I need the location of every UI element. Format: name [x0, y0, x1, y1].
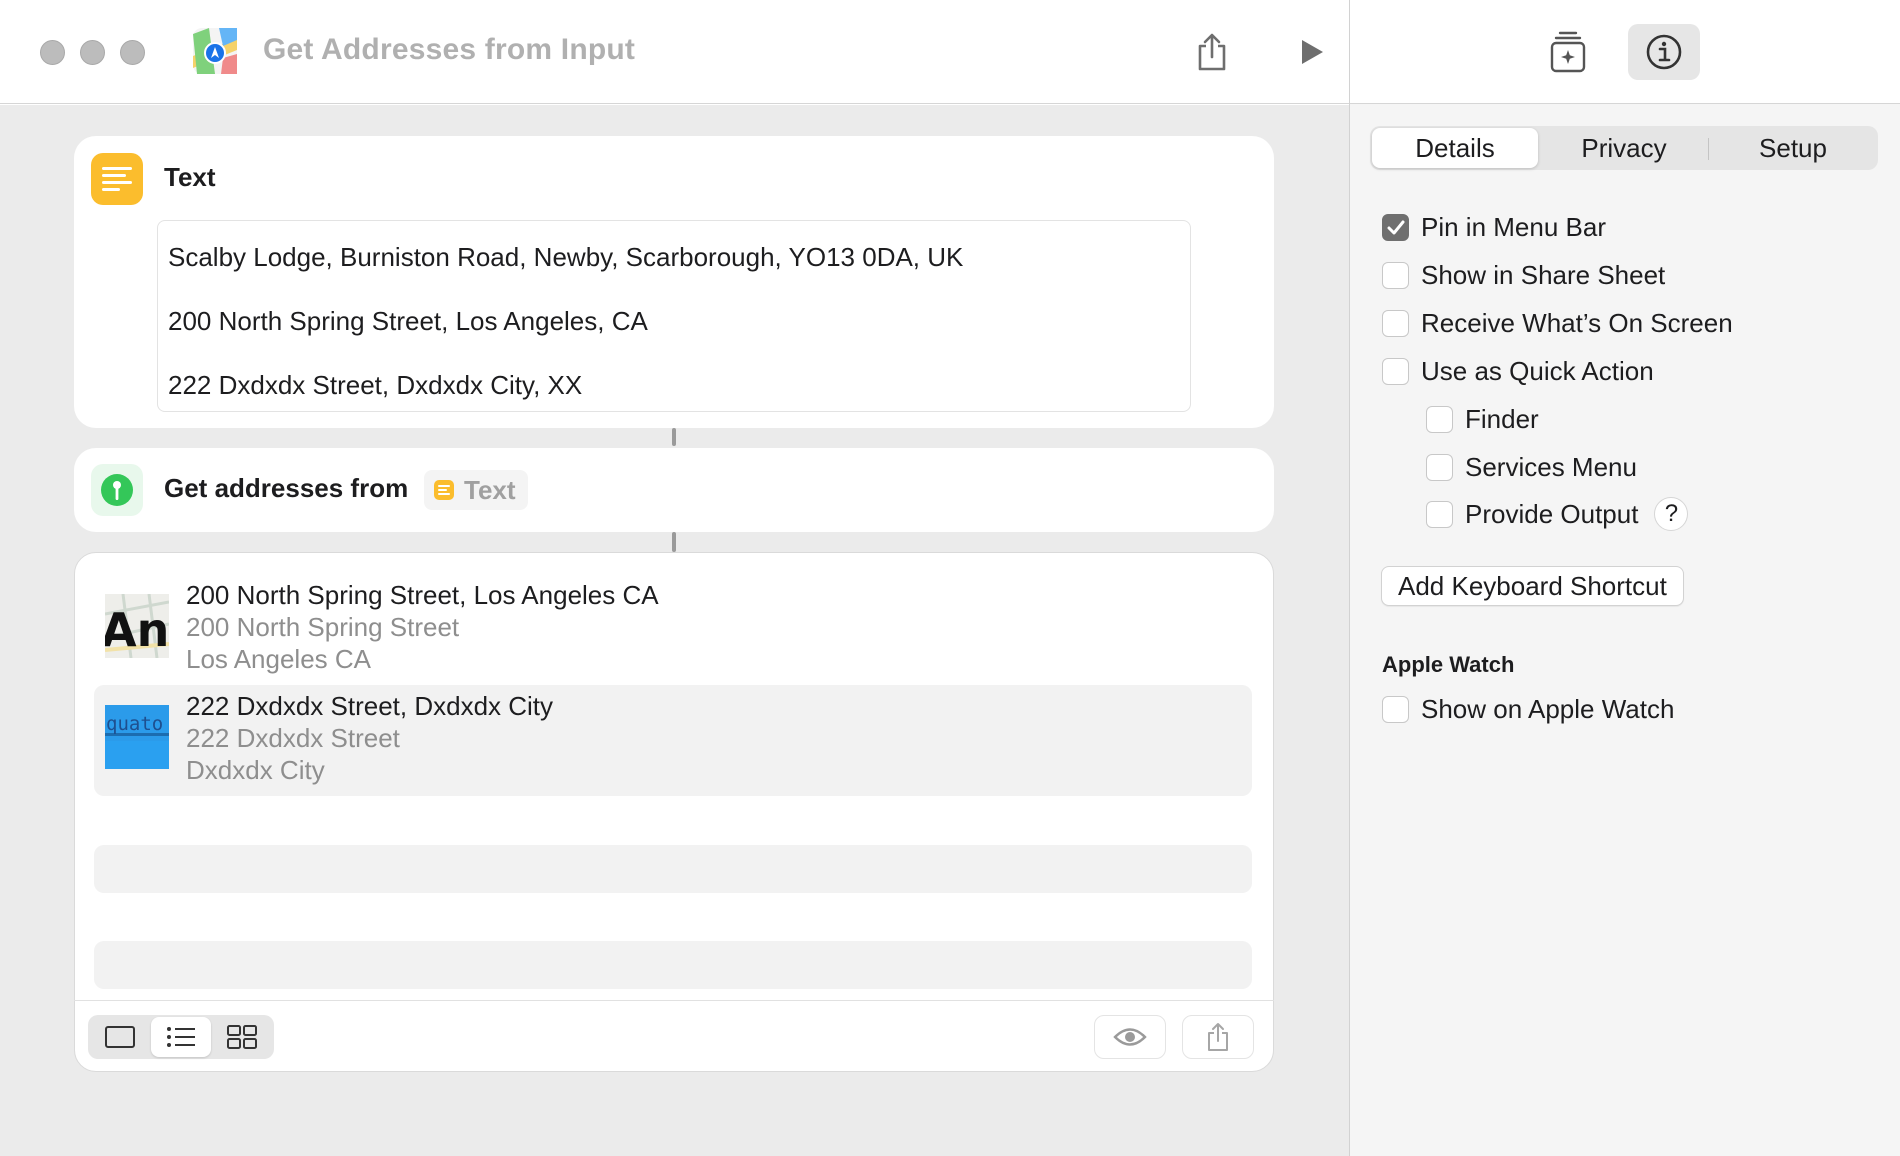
results-footer — [74, 1000, 1274, 1072]
services-menu-option[interactable]: Services Menu — [1426, 452, 1637, 483]
finder-checkbox[interactable] — [1426, 406, 1453, 433]
map-pin-icon — [101, 474, 133, 506]
tab-privacy[interactable]: Privacy — [1540, 128, 1708, 168]
pin-in-menu-bar-option[interactable]: Pin in Menu Bar — [1382, 212, 1606, 243]
apple-watch-heading: Apple Watch — [1382, 652, 1515, 677]
title-bar: Get Addresses from Input — [0, 0, 1349, 104]
finder-option[interactable]: Finder — [1426, 404, 1539, 435]
result-title: 222 Dxdxdx Street, Dxdxdx City — [186, 691, 554, 721]
option-label: Use as Quick Action — [1421, 356, 1654, 386]
option-label: Pin in Menu Bar — [1421, 212, 1606, 242]
maps-action-icon — [91, 464, 143, 516]
get-addresses-action-card[interactable]: Get addresses from — [74, 448, 1274, 532]
pin-in-menu-bar-checkbox[interactable] — [1382, 214, 1409, 241]
tab-details[interactable]: Details — [1372, 128, 1538, 168]
option-label: Services Menu — [1465, 452, 1637, 482]
text-action-icon — [91, 153, 143, 205]
text-variable-icon — [434, 480, 454, 500]
checkmark-icon — [1387, 220, 1404, 234]
tab-setup[interactable]: Setup — [1710, 128, 1876, 168]
result-street: 200 North Spring Street — [186, 612, 460, 642]
help-button[interactable]: ? — [1654, 497, 1689, 531]
eye-icon — [1113, 1028, 1147, 1046]
inspector-tabs: Details Privacy Setup — [1370, 126, 1878, 170]
get-addresses-action-title: Get addresses from — [164, 473, 409, 503]
list-icon — [167, 1027, 195, 1047]
show-on-apple-watch-checkbox[interactable] — [1382, 696, 1409, 723]
option-label: Show in Share Sheet — [1421, 260, 1666, 290]
text-lines-icon — [102, 167, 132, 191]
minimize-window-button[interactable] — [80, 40, 105, 65]
option-label: Finder — [1465, 404, 1539, 434]
grid-view-button[interactable] — [212, 1017, 272, 1057]
address-result-row[interactable]: Ang 200 North Spring Street, Los Angeles… — [94, 574, 1252, 685]
address-result-row[interactable]: quato 222 Dxdxdx Street, Dxdxdx City 222… — [94, 685, 1252, 796]
show-in-share-sheet-option[interactable]: Show in Share Sheet — [1382, 260, 1665, 291]
result-street: 222 Dxdxdx Street — [186, 723, 400, 753]
window-title: Get Addresses from Input — [263, 33, 636, 66]
map-thumbnail: Ang — [105, 594, 169, 658]
add-to-library-icon — [1550, 31, 1586, 73]
text-action-title: Text — [164, 162, 216, 192]
info-icon — [1646, 34, 1682, 70]
services-menu-checkbox[interactable] — [1426, 454, 1453, 481]
provide-output-option[interactable]: Provide Output ? — [1426, 497, 1689, 531]
maps-app-icon — [193, 28, 237, 74]
svg-text:quato: quato — [106, 713, 163, 735]
inspector-pane: Details Privacy Setup Pin in Menu Bar Sh… — [1349, 0, 1900, 1156]
receive-on-screen-checkbox[interactable] — [1382, 310, 1409, 337]
action-connector — [672, 428, 676, 446]
grid-icon — [227, 1025, 257, 1049]
empty-result-row — [94, 941, 1252, 989]
text-variable-token[interactable]: Text — [424, 470, 528, 510]
action-connector — [672, 532, 676, 552]
quick-look-button[interactable] — [1094, 1015, 1166, 1059]
token-label: Text — [464, 474, 516, 505]
share-results-button[interactable] — [1182, 1015, 1254, 1059]
play-icon — [1302, 40, 1323, 64]
svg-text:Ang: Ang — [105, 603, 169, 657]
map-thumbnail: quato — [105, 705, 169, 769]
single-item-icon — [105, 1026, 135, 1048]
library-button[interactable] — [1532, 24, 1604, 80]
result-city: Los Angeles CA — [186, 644, 372, 674]
text-line: 222 Dxdxdx Street, Dxdxdx City, XX — [168, 370, 583, 400]
info-button[interactable] — [1628, 24, 1700, 80]
use-as-quick-action-checkbox[interactable] — [1382, 358, 1409, 385]
view-mode-selector — [88, 1015, 274, 1059]
add-keyboard-shortcut-button[interactable]: Add Keyboard Shortcut — [1381, 566, 1684, 606]
provide-output-checkbox[interactable] — [1426, 500, 1453, 528]
show-on-apple-watch-option[interactable]: Show on Apple Watch — [1382, 694, 1674, 725]
share-icon — [1208, 1023, 1228, 1051]
share-button[interactable] — [1188, 28, 1236, 76]
option-label: Receive What’s On Screen — [1421, 308, 1733, 338]
text-line: Scalby Lodge, Burniston Road, Newby, Sca… — [168, 242, 964, 272]
option-label: Show on Apple Watch — [1421, 694, 1675, 724]
show-in-share-sheet-checkbox[interactable] — [1382, 262, 1409, 289]
single-view-button[interactable] — [90, 1017, 150, 1057]
receive-on-screen-option[interactable]: Receive What’s On Screen — [1382, 308, 1733, 339]
tab-separator — [1708, 138, 1709, 160]
zoom-window-button[interactable] — [120, 40, 145, 65]
close-window-button[interactable] — [40, 40, 65, 65]
run-button[interactable] — [1287, 28, 1335, 76]
list-view-button[interactable] — [151, 1017, 211, 1057]
share-icon — [1198, 33, 1226, 71]
result-title: 200 North Spring Street, Los Angeles CA — [186, 580, 659, 610]
inspector-toolbar — [1350, 0, 1900, 104]
result-city: Dxdxdx City — [186, 755, 325, 785]
option-label: Provide Output — [1465, 498, 1639, 529]
text-line: 200 North Spring Street, Los Angeles, CA — [168, 306, 648, 336]
empty-result-row — [94, 845, 1252, 893]
use-as-quick-action-option[interactable]: Use as Quick Action — [1382, 356, 1654, 387]
text-input-field[interactable]: Scalby Lodge, Burniston Road, Newby, Sca… — [157, 220, 1191, 412]
